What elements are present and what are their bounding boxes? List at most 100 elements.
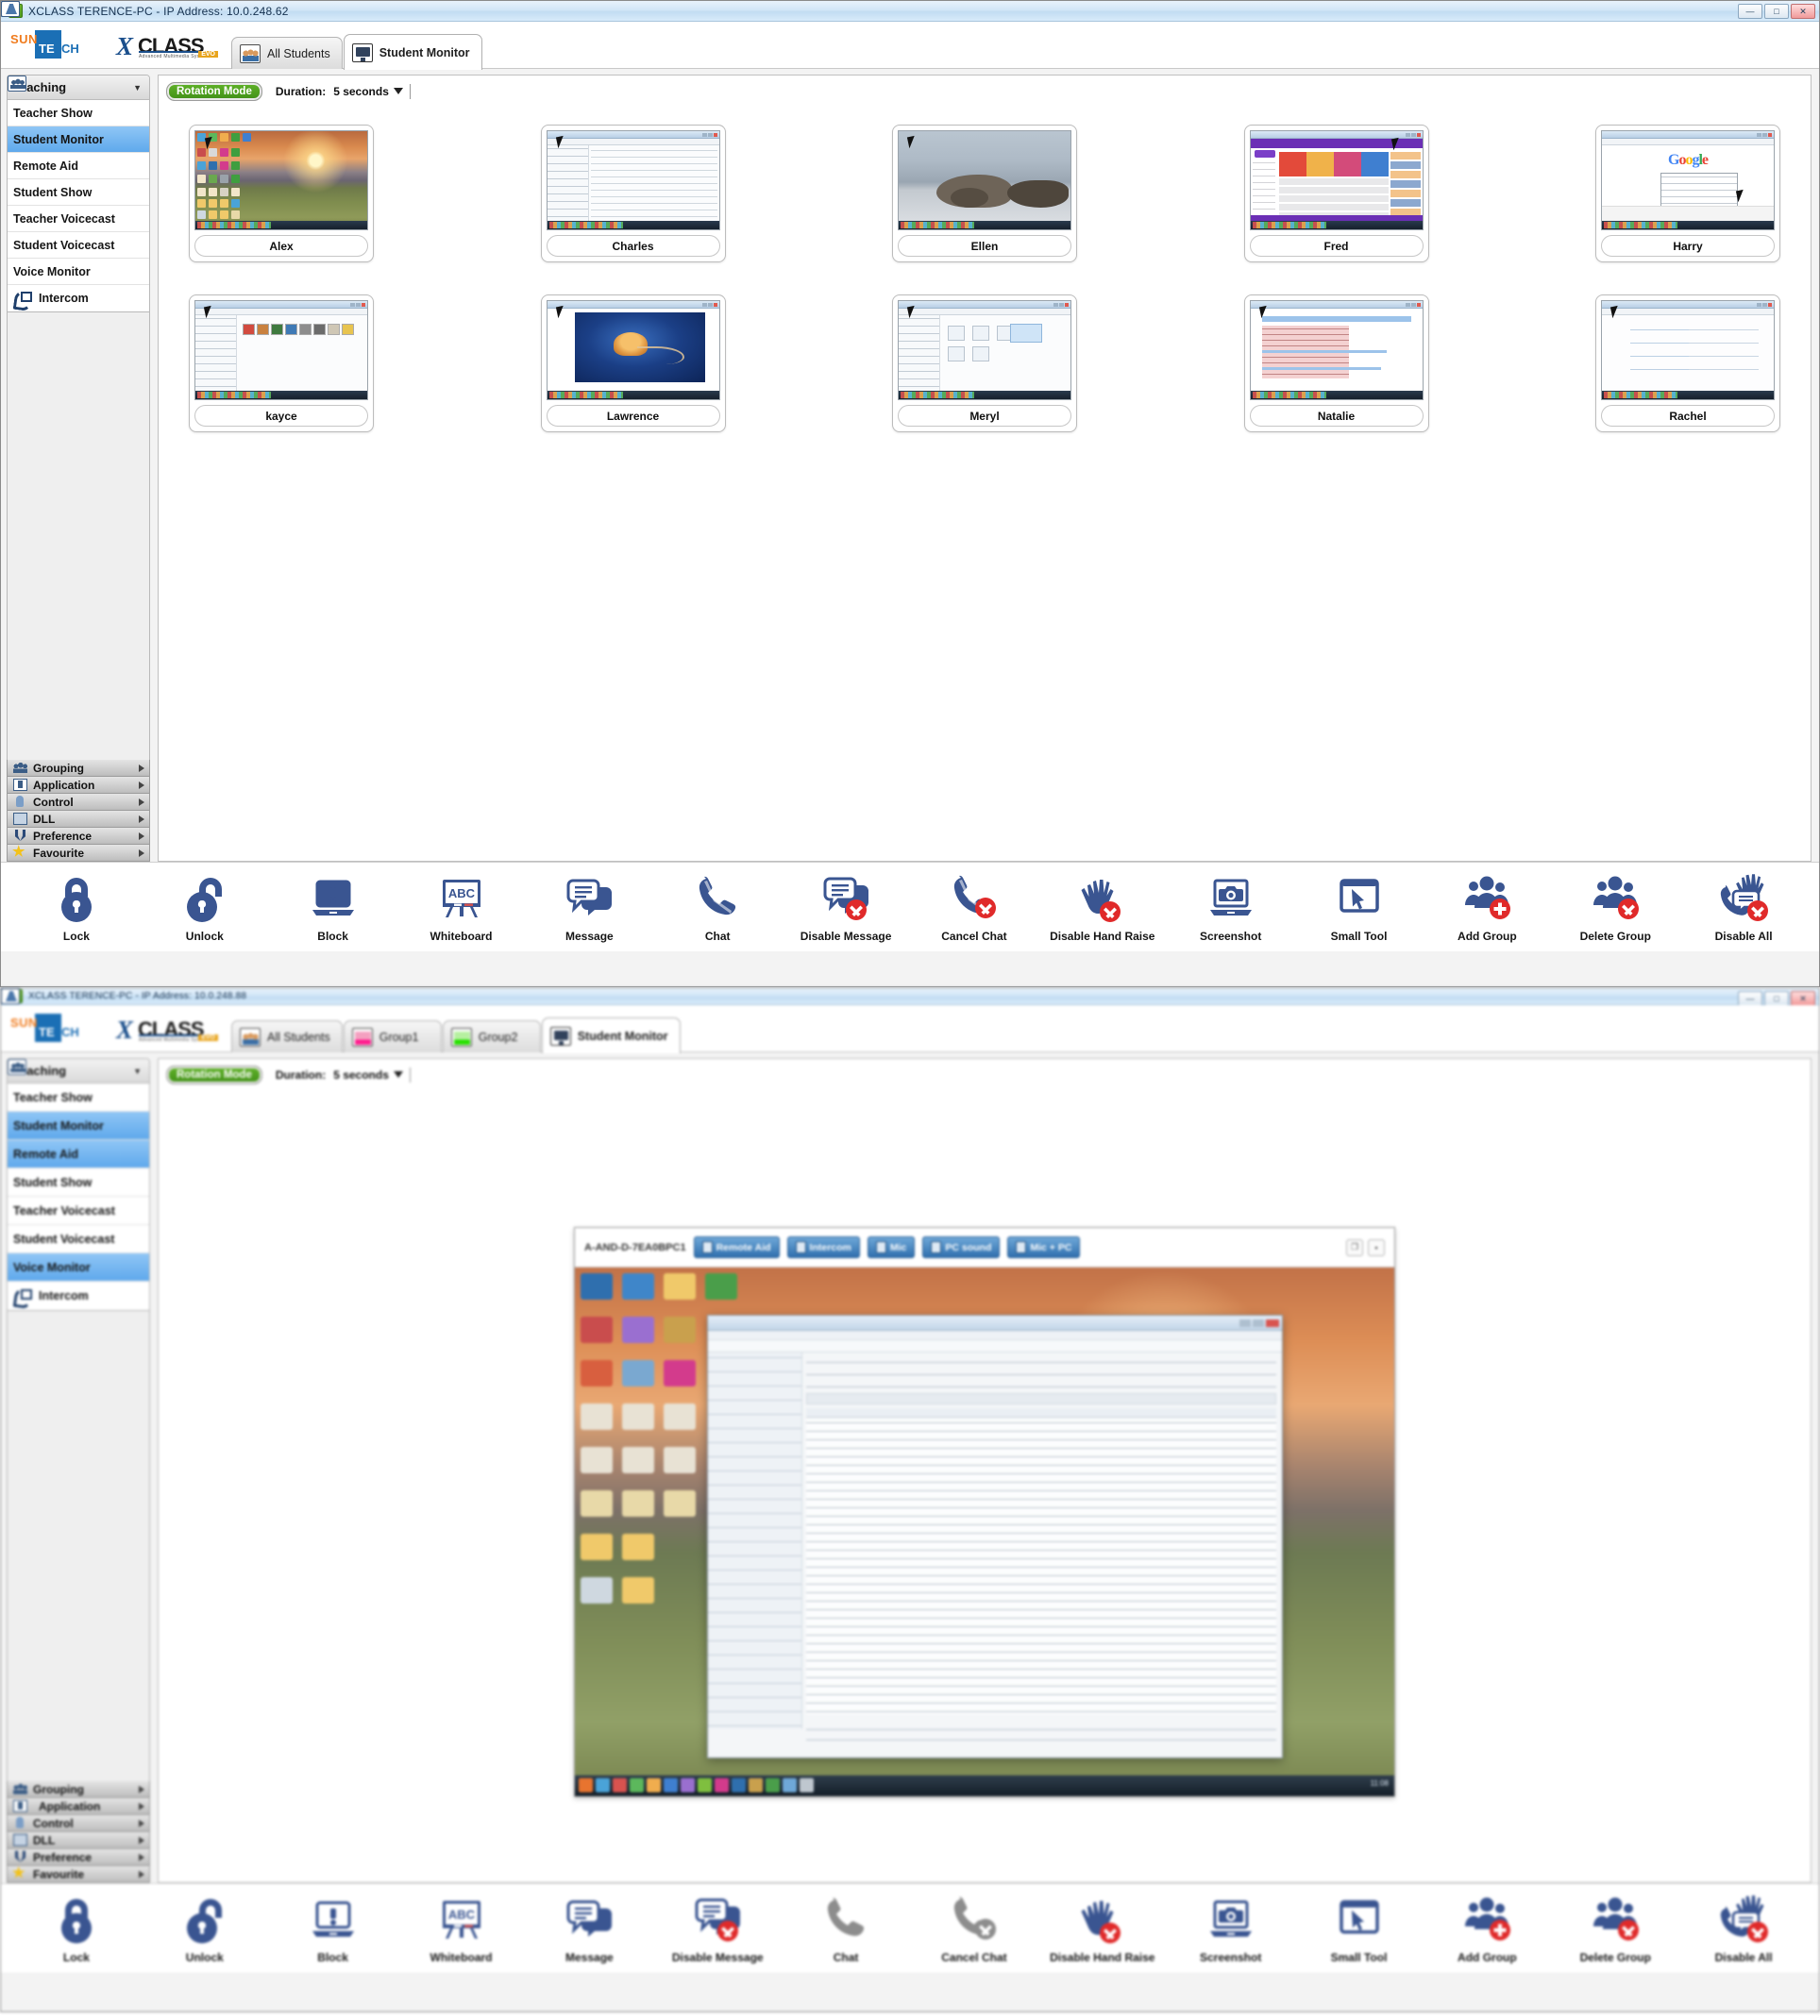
student-thumbnail-charles[interactable]: Charles: [540, 125, 726, 262]
minimize-button[interactable]: —: [1738, 991, 1762, 1006]
sidebar-section-teaching[interactable]: Teaching ▼: [8, 1059, 149, 1084]
sidebar-category-preference[interactable]: Preference: [7, 1849, 150, 1866]
sidebar-item-student-voicecast[interactable]: Student Voicecast: [1, 1, 149, 259]
maximize-button[interactable]: □: [1764, 991, 1789, 1006]
action-disable-all[interactable]: Disable All: [1679, 1893, 1808, 1965]
tab-group2[interactable]: Group2: [442, 1020, 541, 1052]
student-thumbnail-fred[interactable]: Fred: [1243, 125, 1429, 262]
action-chat[interactable]: Chat: [653, 872, 782, 944]
action-small-tool[interactable]: Small Tool: [1295, 872, 1424, 944]
sidebar-category-control[interactable]: Control: [7, 794, 150, 811]
sidebar-item-student-monitor[interactable]: Student Monitor: [1, 1, 149, 153]
action-small-tool[interactable]: Small Tool: [1295, 1893, 1424, 1965]
sidebar-item-remote-aid[interactable]: Remote Aid: [1, 1, 149, 179]
sidebar-category-dll[interactable]: DLL: [7, 811, 150, 828]
action-disable-hand-raise[interactable]: Disable Hand Raise: [1038, 872, 1167, 944]
action-disable-all[interactable]: Disable All: [1679, 872, 1808, 944]
action-disable-message[interactable]: Disable Message: [653, 1893, 782, 1965]
maximize-button[interactable]: □: [1764, 4, 1789, 19]
sidebar-category-grouping[interactable]: Grouping: [7, 1781, 150, 1798]
action-add-group[interactable]: Add Group: [1423, 872, 1551, 944]
action-screenshot[interactable]: Screenshot: [1167, 872, 1295, 944]
action-whiteboard[interactable]: ABC Whiteboard: [397, 872, 526, 944]
student-screen-preview[interactable]: [1249, 130, 1424, 230]
sidebar-section-teaching[interactable]: Teaching ▼: [8, 76, 149, 100]
rotation-mode-button[interactable]: Rotation Mode: [166, 1065, 262, 1084]
sidebar-category-favourite[interactable]: Favourite: [7, 843, 150, 862]
action-unlock[interactable]: Unlock: [141, 872, 269, 944]
student-screen-preview[interactable]: [1601, 300, 1775, 400]
student-thumbnail-meryl[interactable]: Meryl: [892, 294, 1077, 432]
action-message[interactable]: Message: [525, 1893, 653, 1965]
duration-select[interactable]: 5 seconds: [333, 1067, 411, 1083]
sidebar-category-favourite[interactable]: Favourite: [7, 1864, 150, 1883]
close-button[interactable]: ✕: [1791, 4, 1815, 19]
sidebar-item-remote-aid[interactable]: Remote Aid: [1, 988, 149, 1168]
rotation-mode-button[interactable]: Rotation Mode: [166, 81, 262, 101]
tab-student-monitor[interactable]: Student Monitor: [541, 1017, 681, 1053]
student-screen-preview[interactable]: [546, 130, 720, 230]
action-lock[interactable]: Lock: [12, 872, 141, 944]
remote-button-mic-pc[interactable]: Mic + PC: [1007, 1236, 1081, 1258]
sidebar-category-application[interactable]: Application: [7, 777, 150, 794]
sidebar-item-voice-monitor[interactable]: Voice Monitor: [1, 1, 149, 285]
action-whiteboard[interactable]: ABC Whiteboard: [397, 1893, 526, 1965]
action-block[interactable]: Block: [269, 872, 397, 944]
sidebar-item-student-show[interactable]: Student Show: [1, 1, 149, 206]
student-screen-preview[interactable]: Google: [1601, 130, 1775, 230]
student-thumbnail-kayce[interactable]: kayce: [189, 294, 374, 432]
tab-group1[interactable]: Group1: [343, 1020, 442, 1052]
action-message[interactable]: Message: [525, 872, 653, 944]
student-screen-preview[interactable]: [1249, 300, 1424, 400]
remote-button-mic[interactable]: Mic: [867, 1236, 916, 1258]
sidebar-item-teacher-show[interactable]: Teacher Show: [1, 988, 149, 1112]
remote-button-intercom[interactable]: Intercom: [786, 1236, 860, 1258]
action-disable-message[interactable]: Disable Message: [782, 872, 910, 944]
action-unlock[interactable]: Unlock: [141, 1893, 269, 1965]
sidebar-item-teacher-voicecast[interactable]: Teacher Voicecast: [1, 988, 149, 1225]
sidebar-item-student-monitor[interactable]: Student Monitor: [1, 988, 149, 1140]
tab-student-monitor[interactable]: Student Monitor: [343, 34, 482, 70]
sidebar-item-intercom[interactable]: Intercom: [8, 285, 149, 311]
sidebar-item-student-voicecast[interactable]: Student Voicecast: [1, 988, 149, 1253]
close-button[interactable]: ▪: [1368, 1238, 1385, 1256]
student-thumbnail-alex[interactable]: Alex: [189, 125, 374, 262]
remote-button-pc-sound[interactable]: PC sound: [922, 1236, 1001, 1258]
action-cancel-chat[interactable]: Cancel Chat: [910, 872, 1038, 944]
sidebar-category-grouping[interactable]: Grouping: [7, 760, 150, 777]
student-thumbnail-rachel[interactable]: Rachel: [1595, 294, 1780, 432]
action-lock[interactable]: Lock: [12, 1893, 141, 1965]
student-thumbnail-natalie[interactable]: Natalie: [1243, 294, 1429, 432]
student-thumbnail-lawrence[interactable]: Lawrence: [540, 294, 726, 432]
student-screen-preview[interactable]: [898, 300, 1071, 400]
sidebar-item-teacher-voicecast[interactable]: Teacher Voicecast: [1, 1, 149, 232]
student-thumbnail-ellen[interactable]: Ellen: [892, 125, 1077, 262]
action-delete-group[interactable]: Delete Group: [1551, 872, 1679, 944]
close-button[interactable]: ✕: [1791, 991, 1815, 1006]
student-screen-preview[interactable]: [194, 130, 368, 230]
sidebar-category-preference[interactable]: Preference: [7, 828, 150, 845]
student-thumbnail-harry[interactable]: Google Harry: [1595, 125, 1780, 262]
student-screen-preview[interactable]: [546, 300, 720, 400]
restore-button[interactable]: ❐: [1346, 1238, 1363, 1256]
sidebar-category-control[interactable]: Control: [7, 1815, 150, 1832]
sidebar-item-student-show[interactable]: Student Show: [1, 988, 149, 1197]
remote-desktop[interactable]: 11:08: [575, 1268, 1394, 1796]
duration-select[interactable]: 5 seconds: [333, 83, 411, 99]
sidebar-item-intercom[interactable]: Intercom: [8, 1282, 149, 1310]
tab-all-students[interactable]: All Students: [231, 1020, 343, 1052]
minimize-button[interactable]: —: [1738, 4, 1762, 19]
action-add-group[interactable]: Add Group: [1423, 1893, 1551, 1965]
sidebar-item-teacher-show[interactable]: Teacher Show: [1, 1, 149, 126]
action-block[interactable]: Block: [269, 1893, 397, 1965]
sidebar-item-voice-monitor[interactable]: Voice Monitor: [1, 988, 149, 1282]
sidebar-category-application[interactable]: Application: [7, 1798, 150, 1815]
action-disable-hand-raise[interactable]: Disable Hand Raise: [1038, 1893, 1167, 1965]
student-screen-preview[interactable]: [898, 130, 1071, 230]
sidebar-category-dll[interactable]: DLL: [7, 1832, 150, 1849]
action-screenshot[interactable]: Screenshot: [1167, 1893, 1295, 1965]
student-screen-preview[interactable]: [194, 300, 368, 400]
remote-button-remote-aid[interactable]: Remote Aid: [693, 1236, 780, 1258]
action-delete-group[interactable]: Delete Group: [1551, 1893, 1679, 1965]
tab-all-students[interactable]: All Students: [231, 37, 343, 69]
